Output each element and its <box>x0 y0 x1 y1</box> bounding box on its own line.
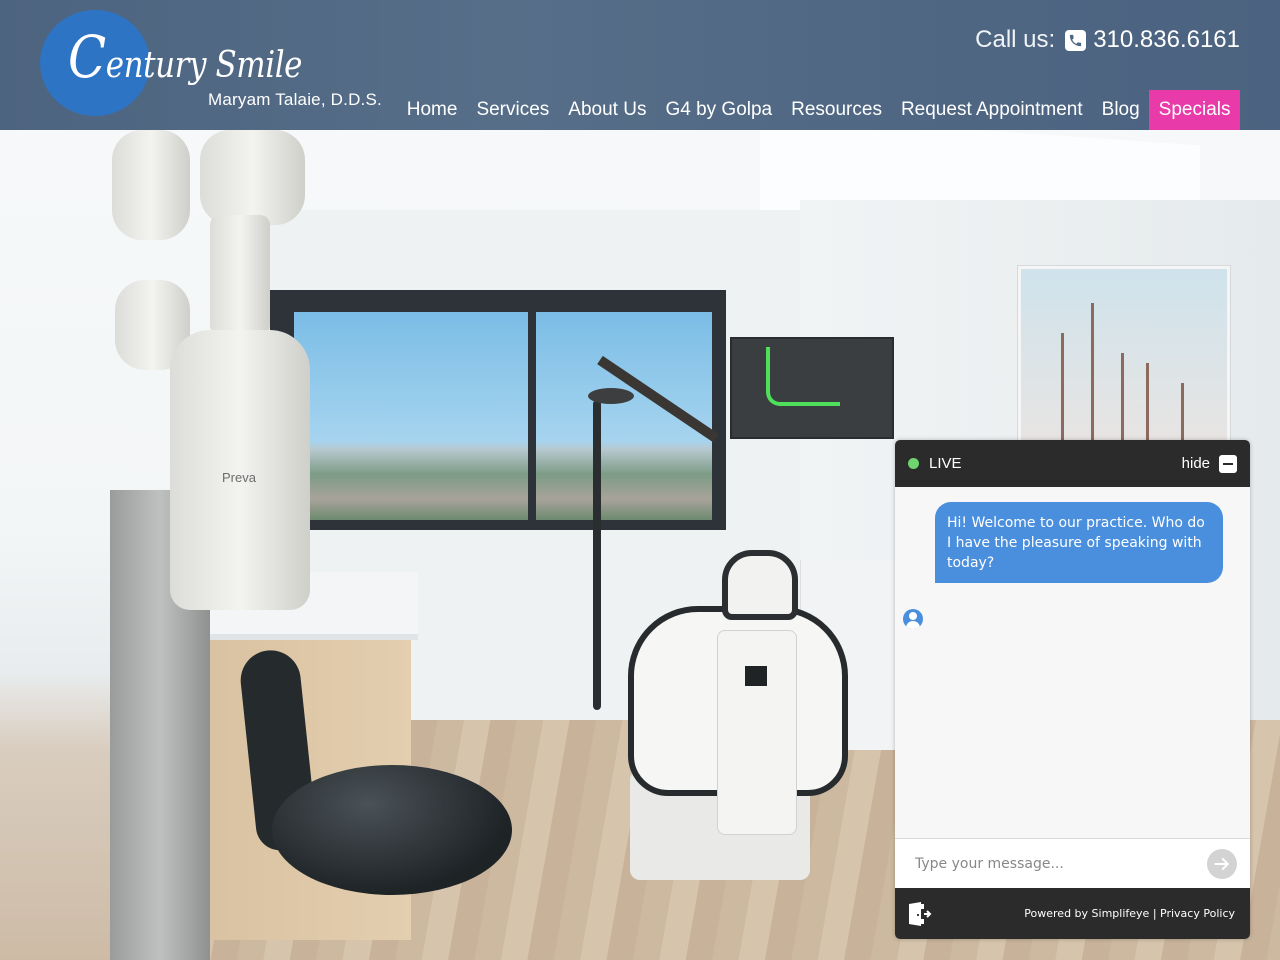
palm-tree <box>1061 333 1064 453</box>
chat-input-row <box>895 839 1250 888</box>
powered-by: Powered by Simplifeye | Privacy Policy <box>1024 907 1235 920</box>
site-header: Century Smile Maryam Talaie, D.D.S. Call… <box>0 0 1280 130</box>
chair-back-panel <box>717 630 797 835</box>
lamp-head <box>588 388 634 404</box>
agent-avatar-icon <box>903 609 923 629</box>
nav-blog[interactable]: Blog <box>1092 90 1149 130</box>
call-us-label: Call us: <box>975 26 1056 53</box>
hide-chat-link[interactable]: hide <box>1182 455 1210 472</box>
nav-specials[interactable]: Specials <box>1149 90 1240 130</box>
live-status-label: LIVE <box>929 455 962 472</box>
palm-tree <box>1091 303 1094 453</box>
xray-unit: Preva <box>170 330 310 610</box>
arrow-right-icon <box>1214 857 1229 870</box>
palm-tree <box>1121 353 1124 453</box>
window-pane <box>294 312 528 520</box>
stool-seat <box>272 765 512 895</box>
chat-widget: LIVE hide Hi! Welcome to our practice. W… <box>895 440 1250 939</box>
palm-tree-painting <box>1018 266 1230 456</box>
chair-headrest <box>722 550 798 620</box>
agent-message: Hi! Welcome to our practice. Who do I ha… <box>935 502 1223 583</box>
simplifeye-link[interactable]: Powered by Simplifeye <box>1024 907 1149 920</box>
xray-arm-segment <box>210 215 270 335</box>
phone-icon <box>1065 29 1087 51</box>
nav-resources[interactable]: Resources <box>782 90 892 130</box>
send-button[interactable] <box>1207 848 1237 879</box>
privacy-policy-link[interactable]: Privacy Policy <box>1160 907 1235 920</box>
xray-arm-segment <box>112 130 190 240</box>
logo-link[interactable]: Century Smile Maryam Talaie, D.D.S. <box>40 10 400 120</box>
logo-script-text: Century Smile <box>68 28 302 86</box>
xray-brand-label: Preva <box>222 470 256 485</box>
nav-g4-by-golpa[interactable]: G4 by Golpa <box>656 90 782 130</box>
lamp-pole <box>593 400 601 710</box>
main-nav: Home Services About Us G4 by Golpa Resou… <box>397 90 1240 130</box>
nav-home[interactable]: Home <box>397 90 467 130</box>
live-status-icon <box>908 458 919 469</box>
chat-messages: Hi! Welcome to our practice. Who do I ha… <box>895 487 1250 839</box>
xray-arm-segment <box>200 130 305 225</box>
logo-subtitle: Maryam Talaie, D.D.S. <box>208 90 382 109</box>
nav-services[interactable]: Services <box>467 90 559 130</box>
window <box>270 290 726 530</box>
wall-monitor <box>730 337 894 439</box>
nav-about-us[interactable]: About Us <box>559 90 656 130</box>
exit-chat-icon[interactable] <box>907 901 933 927</box>
call-us: Call us: 310.836.6161 <box>975 26 1240 54</box>
chat-message-input[interactable] <box>915 855 1207 872</box>
phone-number-link[interactable]: 310.836.6161 <box>1093 26 1240 54</box>
footer-separator: | <box>1152 907 1157 920</box>
minimize-icon[interactable] <box>1219 454 1237 473</box>
nav-request-appointment[interactable]: Request Appointment <box>891 90 1092 130</box>
chat-header: LIVE hide <box>895 440 1250 487</box>
logo-name: entury Smile <box>105 45 303 86</box>
chat-footer: Powered by Simplifeye | Privacy Policy <box>895 888 1250 939</box>
logo-initial: C <box>68 23 106 91</box>
